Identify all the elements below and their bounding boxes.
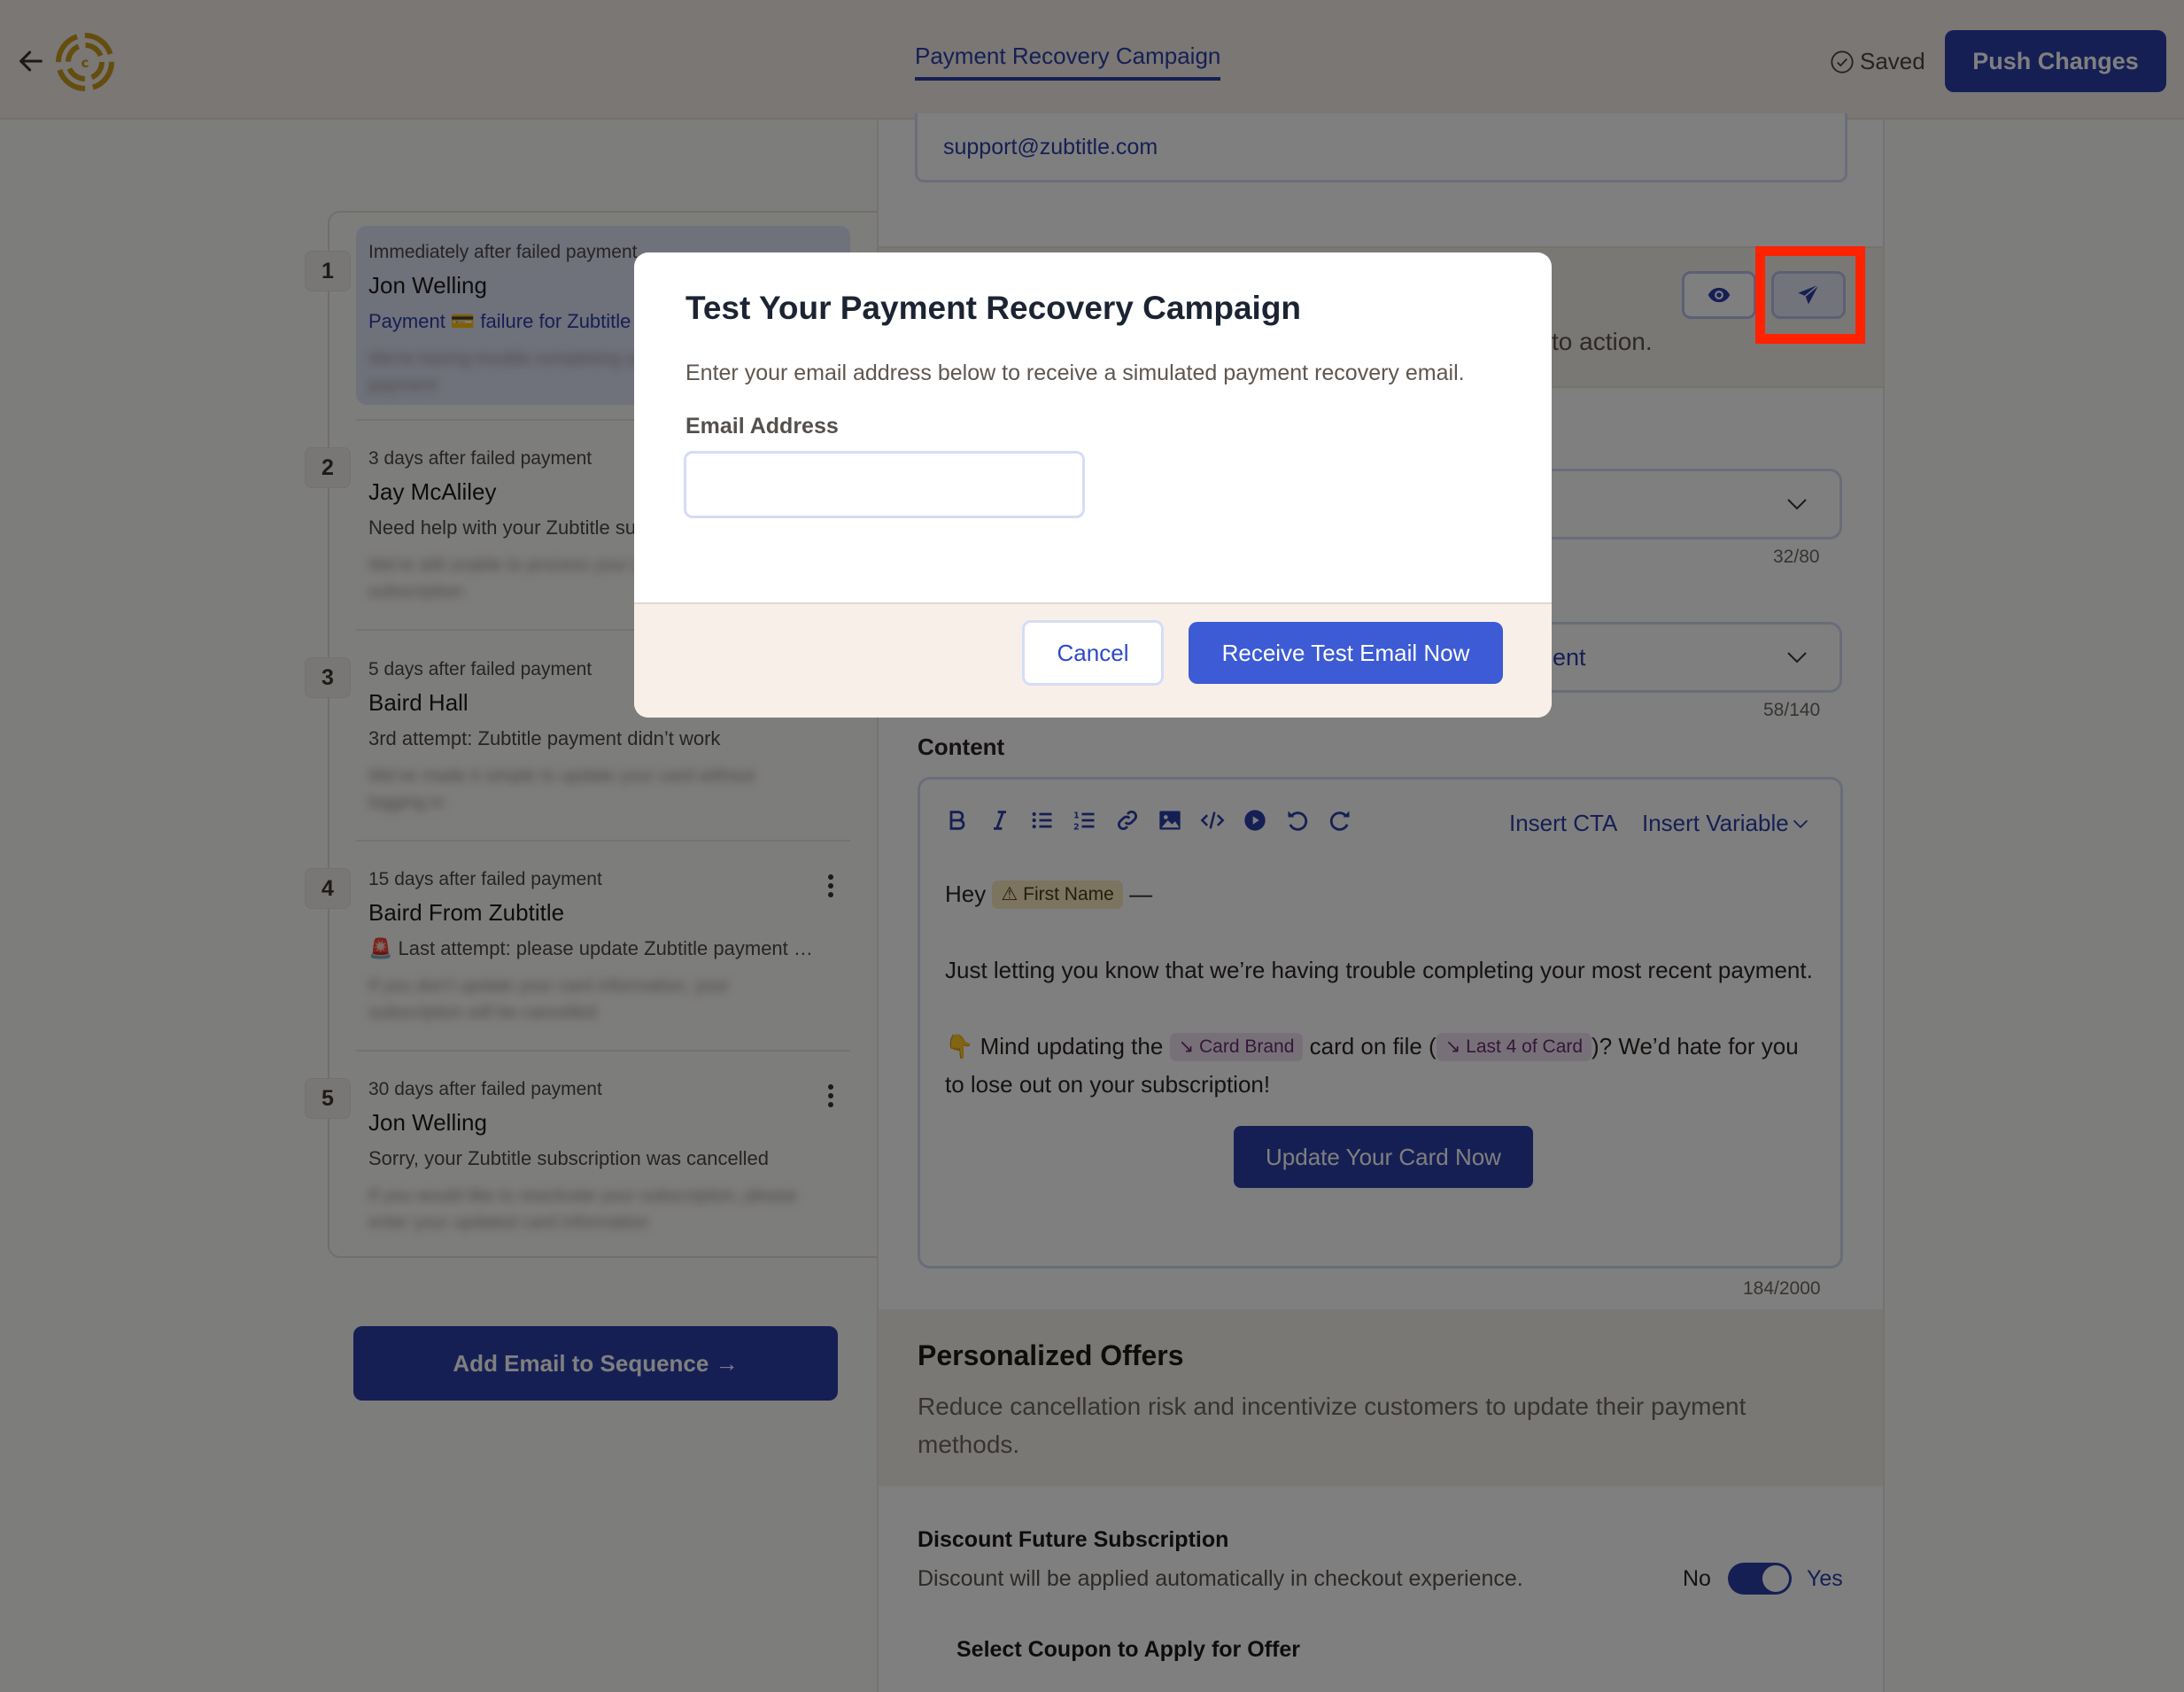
email-address-label: Email Address [685, 414, 839, 439]
cancel-button[interactable]: Cancel [1022, 620, 1164, 686]
modal-title: Test Your Payment Recovery Campaign [685, 290, 1302, 326]
test-campaign-modal: Test Your Payment Recovery Campaign Ente… [634, 252, 1552, 718]
email-address-input[interactable] [684, 451, 1085, 518]
receive-test-email-button[interactable]: Receive Test Email Now [1189, 622, 1503, 684]
modal-description: Enter your email address below to receiv… [685, 361, 1465, 385]
send-test-email-button-dimmed [1771, 271, 1846, 319]
